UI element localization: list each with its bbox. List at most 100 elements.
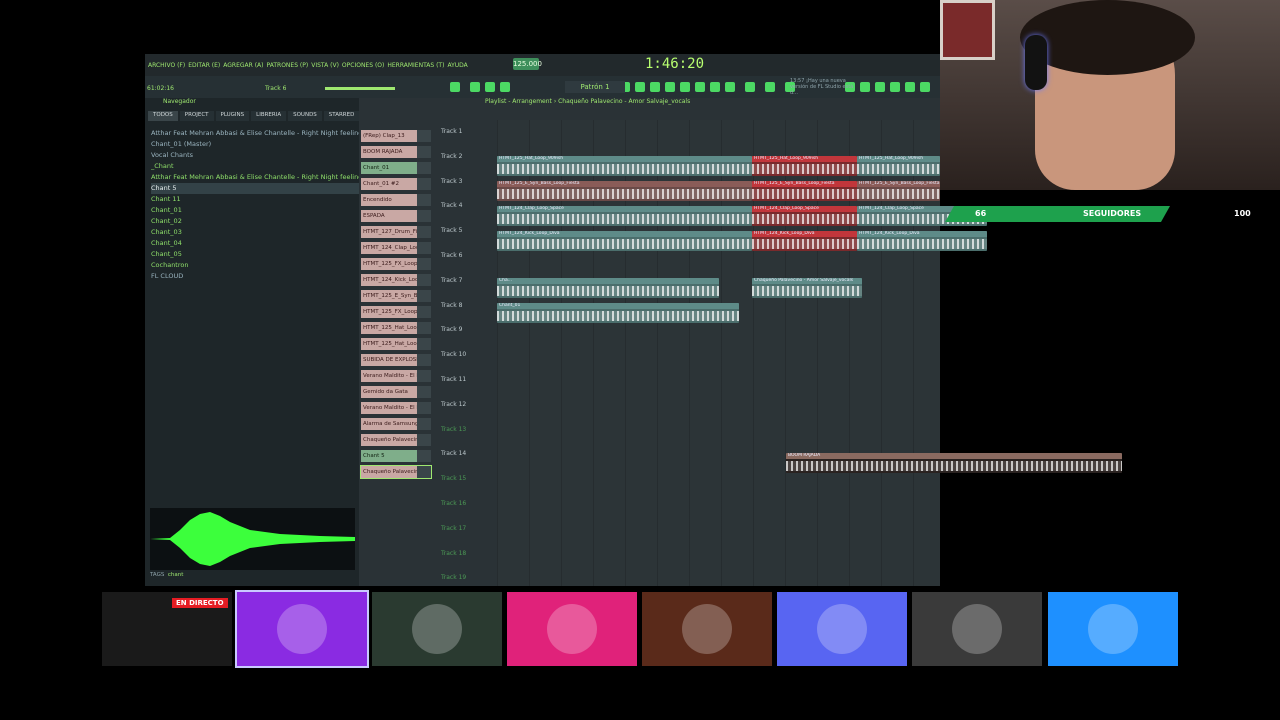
channel-button[interactable]: HTMT_125_FX_Loop_ [361,258,431,270]
channel-button[interactable]: Chant_01 #2 [361,178,431,190]
channel-button[interactable]: HTMT_124_Kick_Loo_ [361,274,431,286]
channel-button[interactable]: HTMT_125_Hat_Loop_ [361,338,431,350]
menu-item[interactable]: PATRONES (P) [267,62,309,69]
browser-item[interactable]: Chant 5 [151,183,359,194]
track-header[interactable]: Track 11 [441,376,496,401]
toolbar-button[interactable] [695,82,705,92]
track-header[interactable]: Track 15 [441,475,496,500]
playlist-clip[interactable]: HTMT_125_E_Syn_Bass_Loop_Fiesta [752,181,857,201]
toolbar-button[interactable] [860,82,870,92]
playlist-clip[interactable]: Cha... [497,278,719,298]
channel-button[interactable]: ESPADA [361,210,431,222]
spiderverse-tile[interactable] [507,592,637,666]
toolbar-button[interactable] [765,82,775,92]
track-header[interactable]: Track 1 [441,128,496,153]
browser-tab[interactable]: TODOS [148,111,178,121]
playlist-clip[interactable]: HTMT_125_Hat_Loop_909ish [497,156,752,176]
playlist-clip[interactable]: HTMT_125_Hat_Loop_909ish [857,156,940,176]
playlist-clip[interactable]: HTMT_125_Hat_Loop_909ish [752,156,857,176]
channel-button[interactable]: (FRep) Clap_13 [361,130,431,142]
channel-button[interactable]: Encendido [361,194,431,206]
browser-item[interactable]: Chant_02 [151,216,359,227]
flame-tile[interactable] [642,592,772,666]
browser-item[interactable]: Atthar Feat Mehran Abbasi & Elise Chante… [151,172,359,183]
menu-item[interactable]: EDITAR (E) [188,62,220,69]
browser-item[interactable]: Vocal Chants [151,150,359,161]
menu-item[interactable]: HERRAMIENTAS (T) [387,62,444,69]
browser-item[interactable]: Chant_04 [151,238,359,249]
toolbar-button[interactable] [680,82,690,92]
track-header[interactable]: Track 17 [441,525,496,550]
toolbar-button[interactable] [875,82,885,92]
tempo-display[interactable]: 125.000 [513,58,542,70]
streamer-tile[interactable] [372,592,502,666]
channel-button[interactable]: Verano Maldito - El R_ [361,402,431,414]
toolbar-button[interactable] [745,82,755,92]
playlist-clip[interactable]: HTMT_124_Clap_Loop_Space [497,206,752,226]
browser-tab[interactable]: LIBRERIA [251,111,287,121]
beatsaber-tile[interactable] [1048,592,1178,666]
menu-item[interactable]: AGREGAR (A) [223,62,263,69]
browser-tab[interactable]: STARRED [323,111,360,121]
channel-button[interactable]: Chaqueño Palavecino_ [360,465,432,479]
toolbar-button[interactable] [905,82,915,92]
browser-item[interactable]: _Chant [151,161,359,172]
playlist-clip[interactable]: Chant_01 [497,303,739,323]
track-header[interactable]: Track 3 [441,178,496,203]
toolbar-button[interactable] [635,82,645,92]
track-header[interactable]: Track 10 [441,351,496,376]
browser-tab[interactable]: PLUGINS [215,111,250,121]
toolbar-button[interactable] [710,82,720,92]
track-header[interactable]: Track 5 [441,227,496,252]
track-header[interactable]: Track 9 [441,326,496,351]
track-header[interactable]: Track 18 [441,550,496,575]
toolbar-button[interactable] [485,82,495,92]
channel-button[interactable]: HTMT_124_Clap_Loo_ [361,242,431,254]
minecraft-tile[interactable] [235,590,369,668]
playlist-grid[interactable]: HTMT_125_Hat_Loop_909ish HTMT_125_Hat_Loo… [497,120,1122,586]
discord-tile[interactable] [777,592,907,666]
menu-item[interactable]: AYUDA [447,62,467,69]
track-header[interactable]: Track 2 [441,153,496,178]
toolbar-button[interactable] [500,82,510,92]
toolbar-button[interactable] [650,82,660,92]
toolbar-button[interactable] [890,82,900,92]
playlist-clip[interactable]: HTMT_124_Clap_Loop_Space [752,206,857,226]
track-header[interactable]: Track 14 [441,450,496,475]
channel-button[interactable]: Alarma de Samsung_ [361,418,431,430]
browser-item[interactable]: Chant_01 [151,205,359,216]
channel-button[interactable]: HTMT_125_Hat_Loop_ [361,322,431,334]
track-header[interactable]: Track 8 [441,302,496,327]
browser-tab[interactable]: PROJECT [179,111,214,121]
track-header[interactable]: Track 4 [441,202,496,227]
anime-tile[interactable] [912,592,1042,666]
playlist-clip[interactable]: Chaqueño Palavecino - Amor Salvaje_vocal… [752,278,862,298]
master-volume-slider[interactable] [325,87,395,90]
channel-button[interactable]: HTMT_127_Drum_Fill_ [361,226,431,238]
tag-value[interactable]: chant [168,572,184,578]
channel-button[interactable]: HTMT_125_E_Syn_Ba_ [361,290,431,302]
track-header[interactable]: Track 6 [441,252,496,277]
menu-item[interactable]: OPCIONES (O) [342,62,384,69]
toolbar-button[interactable] [450,82,460,92]
track-header[interactable]: Track 12 [441,401,496,426]
playlist-clip[interactable]: HTMT_125_E_Syn_Bass_Loop_Fiesta [857,181,940,201]
browser-item[interactable]: Chant 11 [151,194,359,205]
toolbar-button[interactable] [665,82,675,92]
playlist-clip[interactable]: BOOM RAJADA [786,453,1122,473]
playlist-clip[interactable]: HTMT_124_Kick_Loop_Diva [497,231,752,251]
track-header[interactable]: Track 7 [441,277,496,302]
channel-button[interactable]: Chant 5 [361,450,431,462]
browser-item[interactable]: Chant_03 [151,227,359,238]
channel-button[interactable]: Verano Maldito - El R_ [361,370,431,382]
channel-button[interactable]: HTMT_125_FX_Loop_ [361,306,431,318]
channel-button[interactable]: Chant_01 [361,162,431,174]
browser-item[interactable]: Chant_01 (Master) [151,139,359,150]
playlist-clip[interactable]: HTMT_124_Kick_Loop_Diva [857,231,987,251]
toolbar-button[interactable] [470,82,480,92]
channel-button[interactable]: SUBIDA DE EXPLOSIO_ [361,354,431,366]
menu-item[interactable]: VISTA (V) [311,62,339,69]
pattern-selector[interactable]: Patrón 1 [565,81,625,93]
browser-tab[interactable]: SOUNDS [288,111,322,121]
playlist-clip[interactable]: HTMT_124_Kick_Loop_Diva [752,231,857,251]
